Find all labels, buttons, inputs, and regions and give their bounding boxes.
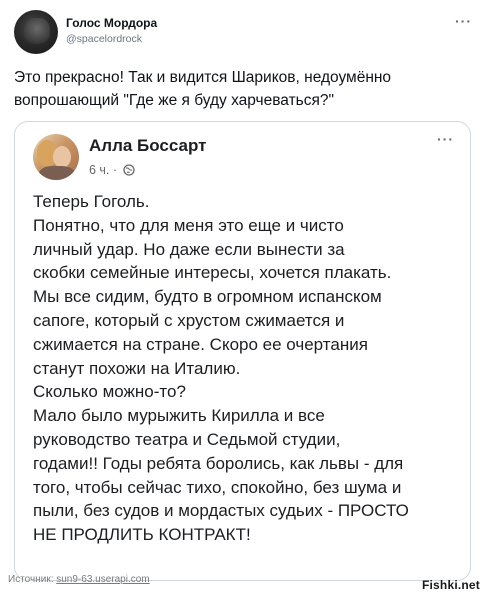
tweet-text-line: вопрошающий "Где же я буду харчеваться?" bbox=[14, 92, 335, 109]
author-handle[interactable]: @spacelordrock bbox=[66, 33, 142, 45]
avatar-face bbox=[53, 146, 71, 168]
quoted-post-meta: 6 ч. · bbox=[89, 163, 135, 177]
post-text-line: годами!! Годы ребята боролись, как львы … bbox=[33, 453, 404, 473]
source-link[interactable]: sun9-63.userapi.com bbox=[56, 574, 149, 585]
post-text-line: сжимается на стране. Скоро ее очертания bbox=[33, 334, 368, 354]
brand-watermark: Fishki.net bbox=[421, 578, 480, 592]
post-text-line: руководство театра и Седьмой студии, bbox=[33, 429, 341, 449]
quoted-post-text: Теперь Гоголь. Понятно, что для меня это… bbox=[33, 190, 463, 547]
tweet-text-line: Это прекрасно! Так и видится Шариков, не… bbox=[14, 69, 392, 86]
post-text-line: Понятно, что для меня это еще и чисто bbox=[33, 215, 344, 235]
post-text-line: скобки семейные интересы, хочется плакат… bbox=[33, 263, 392, 283]
avatar-body bbox=[39, 166, 75, 180]
quoted-author-name[interactable]: Алла Боссарт bbox=[89, 136, 207, 156]
more-horizontal-icon[interactable]: ··· bbox=[455, 14, 472, 28]
tweet-text: Это прекрасно! Так и видится Шариков, не… bbox=[14, 66, 474, 112]
author-name[interactable]: Голос Мордора bbox=[66, 16, 157, 30]
source-caption: Источник: sun9-63.userapi.com bbox=[8, 574, 150, 585]
post-text-line: того, чтобы сейчас тихо, спокойно, без ш… bbox=[33, 477, 402, 497]
post-text-line: Теперь Гоголь. bbox=[33, 192, 150, 211]
post-text-line: пыли, без судов и мордастых судьих - ПРО… bbox=[33, 501, 409, 521]
quoted-post-card[interactable]: Алла Боссарт 6 ч. · ··· Теперь Гоголь. П… bbox=[14, 121, 471, 581]
post-text-line: НЕ ПРОДЛИТЬ КОНТРАКТ! bbox=[33, 525, 251, 545]
post-time[interactable]: 6 ч. · bbox=[89, 163, 117, 177]
post-text-line: станут похожи на Италию. bbox=[33, 358, 241, 378]
tweet-header: Голос Мордора @spacelordrock ··· bbox=[14, 10, 474, 58]
post-text-line: Мало было мурыжить Кирилла и все bbox=[33, 406, 325, 426]
post-text-line: Сколько можно-то? bbox=[33, 382, 186, 402]
more-horizontal-icon[interactable]: ··· bbox=[437, 132, 454, 146]
post-text-line: личный удар. Но даже если вынести за bbox=[33, 239, 345, 259]
globe-icon bbox=[122, 164, 135, 176]
post-text-line: Мы все сидим, будто в огромном испанском bbox=[33, 287, 382, 307]
avatar[interactable] bbox=[14, 10, 58, 54]
quoted-author-avatar[interactable] bbox=[33, 134, 79, 180]
source-label: Источник: bbox=[8, 574, 54, 585]
post-text-line: сапоге, который с хрустом сжимается и bbox=[33, 310, 345, 330]
